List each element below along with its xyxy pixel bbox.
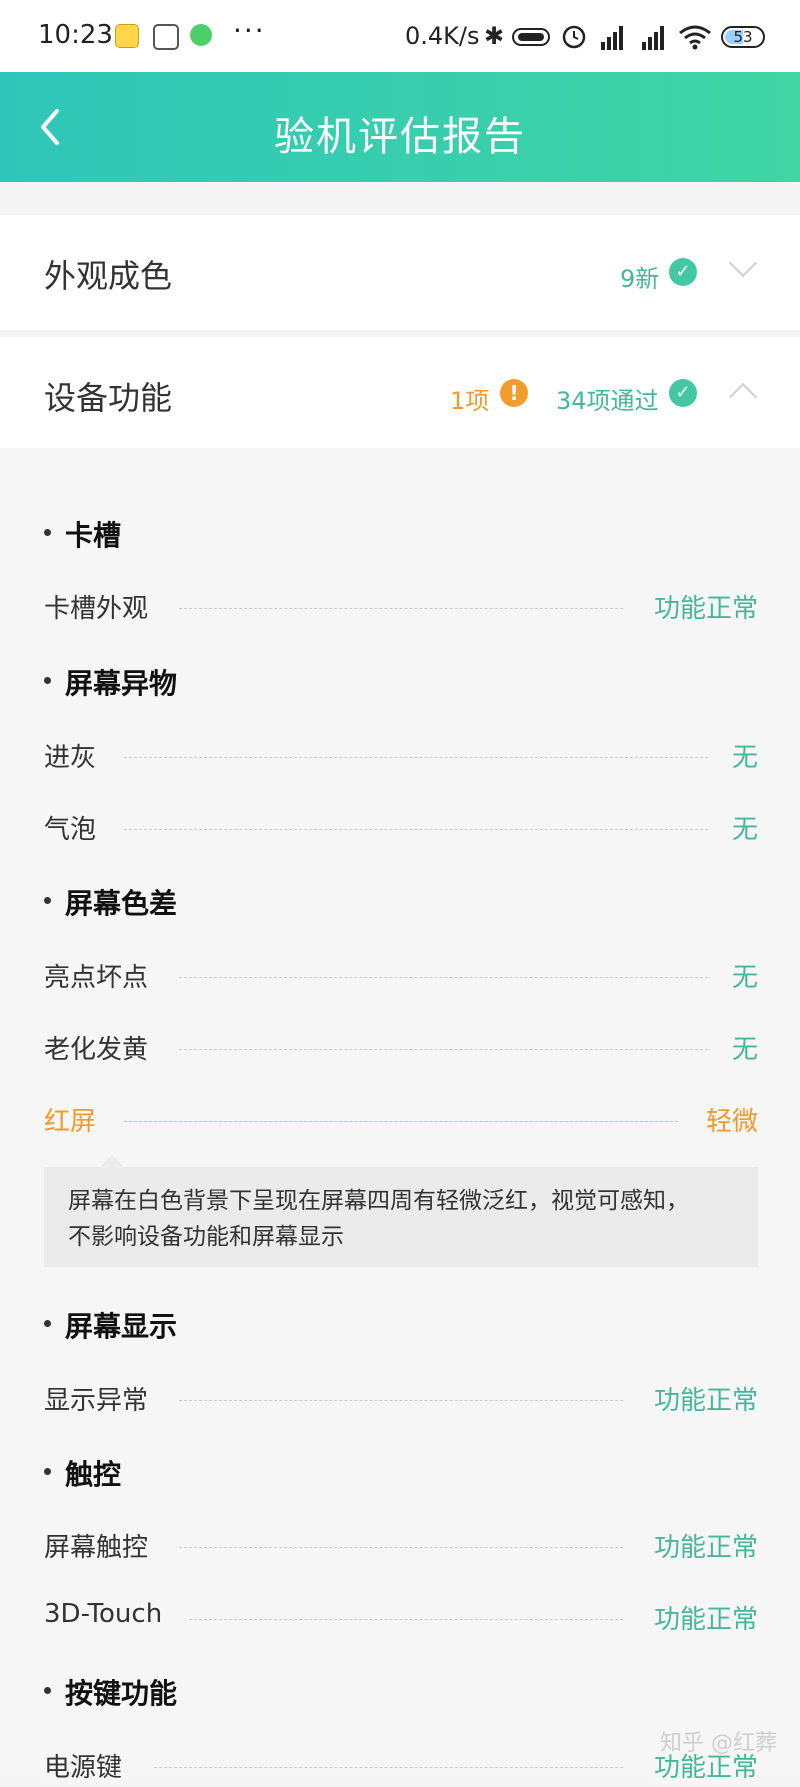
- check-icon: ✓: [669, 258, 697, 286]
- note-arrow: [100, 1155, 124, 1167]
- chevron-up-icon[interactable]: [728, 382, 758, 412]
- list-item: 老化发黄 无: [44, 1029, 758, 1069]
- wifi-icon: [679, 25, 711, 50]
- app-icon-2: [153, 24, 179, 50]
- group-title-screen-display: 屏幕显示: [44, 1305, 177, 1345]
- status-time: 10:23: [38, 20, 113, 50]
- alarm-icon: [562, 25, 586, 49]
- toggle-icon: [512, 28, 550, 46]
- section-label: 设备功能: [44, 379, 173, 417]
- group-title-screen-color: 屏幕色差: [44, 882, 177, 922]
- issue-note: 屏幕在白色背景下呈现在屏幕四周有轻微泛红，视觉可感知， 不影响设备功能和屏幕显示: [44, 1167, 758, 1267]
- group-title-touch: 触控: [44, 1453, 121, 1493]
- pass-count: 34项通过: [556, 387, 659, 415]
- list-item: 卡槽外观 功能正常: [44, 588, 758, 628]
- list-item: 显示异常 功能正常: [44, 1380, 758, 1420]
- watermark: 知乎 @红葬: [660, 1731, 777, 1756]
- list-item: 气泡 无: [44, 809, 758, 849]
- page-title: 验机评估报告: [274, 114, 526, 160]
- warning-count: 1项: [450, 387, 490, 415]
- group-title-card-slot: 卡槽: [44, 514, 121, 554]
- app-header: 验机评估报告: [0, 72, 800, 182]
- signal-icon: [601, 26, 623, 50]
- group-title-keys: 按键功能: [44, 1672, 177, 1712]
- warning-icon: !: [500, 379, 528, 407]
- list-item: 电源键 功能正常: [44, 1747, 758, 1787]
- signal-icon: [642, 26, 664, 50]
- list-item: 3D-Touch 功能正常: [44, 1599, 758, 1636]
- status-bar: 10:23 ··· 0.4K/s ✱ 53: [0, 0, 800, 72]
- section-appearance[interactable]: 外观成色 9新 ✓: [0, 215, 800, 330]
- chevron-down-icon[interactable]: [728, 248, 758, 278]
- appearance-grade: 9新: [620, 265, 660, 293]
- section-label: 外观成色: [44, 257, 173, 295]
- battery-icon: 53: [721, 26, 765, 48]
- bluetooth-icon: ✱: [484, 22, 505, 50]
- list-item: 进灰 无: [44, 737, 758, 777]
- net-speed: 0.4K/s: [405, 22, 480, 50]
- app-icon-3: [190, 24, 212, 46]
- list-item-warning: 红屏 轻微: [44, 1101, 758, 1141]
- list-item: 屏幕触控 功能正常: [44, 1527, 758, 1567]
- more-dots: ···: [233, 14, 266, 47]
- list-item: 亮点坏点 无: [44, 957, 758, 997]
- group-title-screen-foreign: 屏幕异物: [44, 662, 177, 702]
- app-icon-1: [115, 24, 139, 48]
- section-function[interactable]: 设备功能 1项 ! 34项通过 ✓: [0, 337, 800, 448]
- check-icon: ✓: [669, 379, 697, 407]
